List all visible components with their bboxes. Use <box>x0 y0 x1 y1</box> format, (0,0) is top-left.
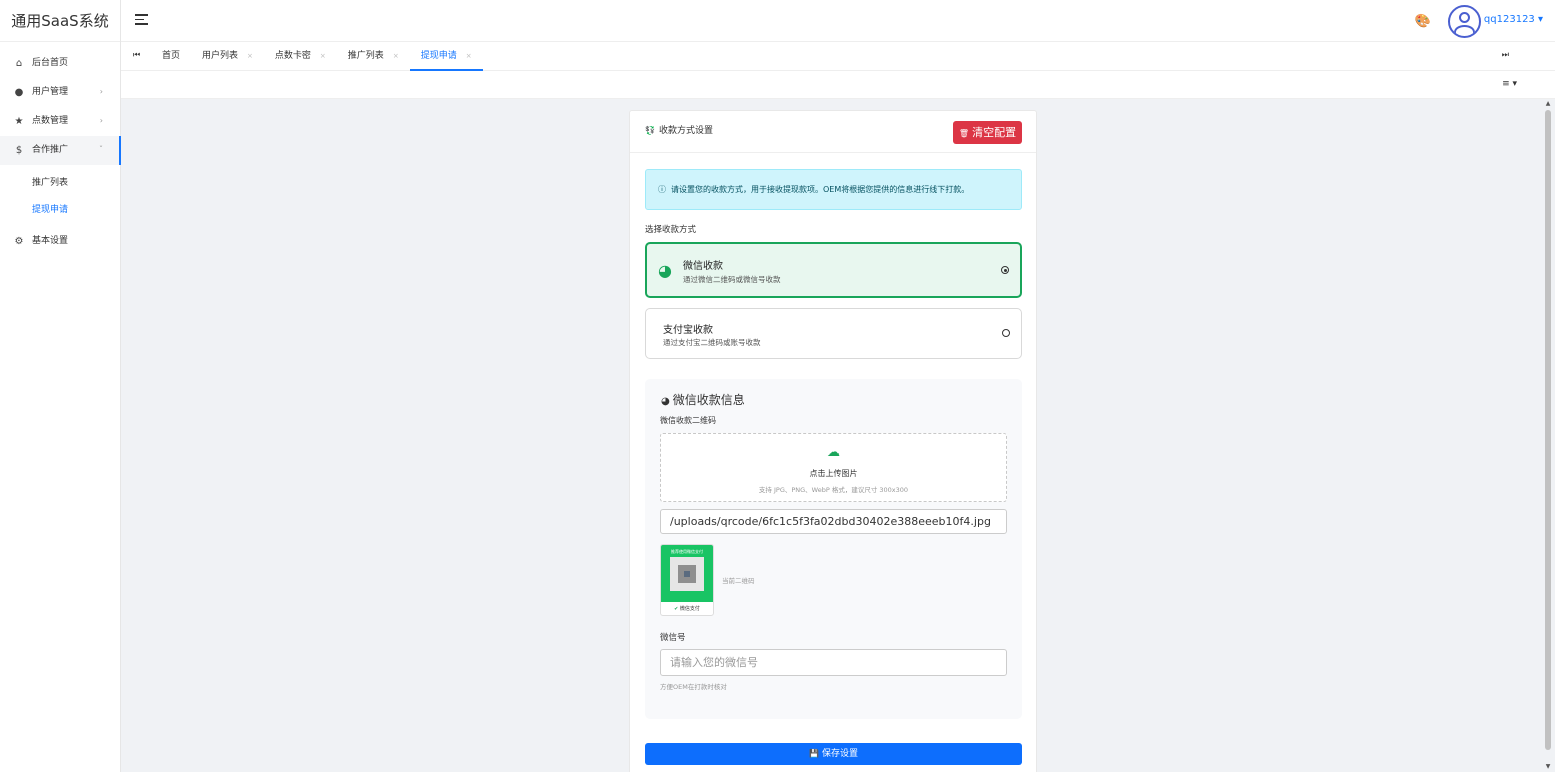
payment-settings-card: 💱 收款方式设置 🗑 清空配置 ⓘ 请设置您的收款方式，用于接收提现款项。OEM将根据… <box>629 110 1037 772</box>
sidebar-item-label: 点数管理 <box>32 116 69 126</box>
wechat-option[interactable]: ◕ 微信收款 通过微信二维码或微信号收款 <box>645 242 1022 298</box>
tab-label: 点数卡密 <box>274 51 311 61</box>
card-header: 💱 收款方式设置 🗑 清空配置 <box>630 111 1036 153</box>
tab-bar: ⏮ 首页 用户列表 × 点数卡密 × 推广列表 × 提现申请 × ⏭ <box>121 42 1555 71</box>
sidebar-item-points[interactable]: ★ 点数管理 › <box>0 107 120 136</box>
trash-icon: 🗑 <box>958 129 970 138</box>
user-icon: ● <box>14 87 24 98</box>
check-circle-icon: ✔ <box>674 606 679 612</box>
upload-hint: 支持 JPG、PNG、WebP 格式，建议尺寸 300x300 <box>758 486 909 494</box>
chevron-right-icon: › <box>99 87 103 96</box>
avatar[interactable] <box>1448 5 1481 38</box>
scroll-thumb[interactable] <box>1545 110 1551 750</box>
app-title: 通用SaaS系统 <box>0 0 120 42</box>
user-menu[interactable]: qq123123 ▾ <box>1484 14 1543 25</box>
wechat-icon: ◕ <box>658 261 672 280</box>
alipay-radio[interactable] <box>1002 329 1010 337</box>
sidebar-item-label: 基本设置 <box>32 236 69 246</box>
tab-options-dropdown[interactable]: ≡ ▾ <box>1502 79 1517 89</box>
upload-text: 点击上传图片 <box>809 469 858 478</box>
sidebar-item-label: 后台首页 <box>32 58 69 68</box>
current-qr-caption: 当前二维码 <box>722 577 755 585</box>
tab-tools-bar: ≡ ▾ <box>121 71 1555 99</box>
wechat-icon: ◕ <box>661 396 670 407</box>
close-icon[interactable]: × <box>393 52 399 60</box>
qr-preview-footer-text: 微信支付 <box>679 606 700 612</box>
tab-label: 用户列表 <box>202 51 239 61</box>
qr-preview-footer: ✔ 微信支付 <box>661 605 713 612</box>
gear-icon: ⚙ <box>14 236 24 247</box>
sidebar: 通用SaaS系统 ⌂ 后台首页 ● 用户管理 › ★ 点数管理 › $ 合作推广… <box>0 0 121 772</box>
wechat-info-section: ◕ 微信收款信息 微信收款二维码 ☁ 点击上传图片 支持 JPG、PNG、WebP… <box>645 379 1022 719</box>
heading-text: 微信收款信息 <box>672 393 745 407</box>
money-icon: 💱 <box>645 126 655 135</box>
sidebar-item-users[interactable]: ● 用户管理 › <box>0 78 120 107</box>
sidebar-subitem-promo-list[interactable]: 推广列表 <box>0 170 120 197</box>
option-title: 支付宝收款 <box>663 325 713 336</box>
dollar-icon: $ <box>15 145 23 156</box>
sidebar-item-label: 用户管理 <box>32 87 69 97</box>
cloud-upload-icon: ☁ <box>827 445 840 460</box>
tab-scroll-right-icon[interactable]: ⏭ <box>1502 50 1509 60</box>
qr-preview-image[interactable]: 推荐使用微信支付 ✔ 微信支付 <box>660 544 714 616</box>
star-icon: ★ <box>14 116 24 127</box>
qr-upload-area[interactable]: ☁ 点击上传图片 支持 JPG、PNG、WebP 格式，建议尺寸 300x300 <box>660 433 1007 502</box>
top-bar: 🎨 qq123123 ▾ <box>121 0 1555 42</box>
save-icon: 💾 <box>809 749 819 758</box>
sidebar-item-settings[interactable]: ⚙ 基本设置 <box>0 227 120 256</box>
info-alert: ⓘ 请设置您的收款方式，用于接收提现款项。OEM将根据您提供的信息进行线下打款。 <box>645 169 1022 210</box>
close-icon[interactable]: × <box>247 52 253 60</box>
qr-path-input[interactable]: /uploads/qrcode/6fc1c5f3fa02dbd30402e388… <box>660 509 1007 534</box>
chevron-down-icon: ˇ <box>99 145 103 154</box>
card-title-text: 收款方式设置 <box>658 126 713 136</box>
card-title: 💱 收款方式设置 <box>645 123 713 136</box>
save-settings-button[interactable]: 💾 保存设置 <box>645 743 1022 765</box>
tab-point-cards[interactable]: 点数卡密 × <box>264 42 337 71</box>
wechat-id-label: 微信号 <box>660 633 686 643</box>
page-scrollbar[interactable]: ▲ ▼ <box>1544 100 1552 772</box>
save-label: 保存设置 <box>821 749 858 759</box>
theme-palette-icon[interactable]: 🎨 <box>1415 14 1431 29</box>
tab-label: 提现申请 <box>420 51 457 61</box>
scroll-down-icon[interactable]: ▼ <box>1544 763 1552 770</box>
tab-promo-list[interactable]: 推广列表 × <box>337 42 410 71</box>
qr-code-image <box>670 557 704 591</box>
payment-method-label: 选择收款方式 <box>645 225 697 235</box>
wechat-radio[interactable] <box>1001 266 1009 274</box>
wechat-id-hint: 方便OEM在打款时核对 <box>660 683 727 691</box>
qr-preview-title: 推荐使用微信支付 <box>671 549 703 554</box>
close-icon[interactable]: × <box>466 52 472 60</box>
home-icon: ⌂ <box>15 58 23 69</box>
tab-scroll-left-icon[interactable]: ⏮ <box>133 50 140 60</box>
qr-code-label: 微信收款二维码 <box>660 416 716 425</box>
close-icon[interactable]: × <box>320 52 326 60</box>
username-label: qq123123 <box>1483 14 1535 25</box>
sidebar-item-dashboard[interactable]: ⌂ 后台首页 <box>0 49 120 78</box>
sidebar-item-promotion[interactable]: $ 合作推广 ˇ <box>0 136 121 165</box>
clear-config-button[interactable]: 🗑 清空配置 <box>953 121 1022 144</box>
alipay-option[interactable]: 支付宝收款 通过支付宝二维码或账号收款 <box>645 308 1022 359</box>
tab-user-list[interactable]: 用户列表 × <box>191 42 264 71</box>
info-text: 请设置您的收款方式，用于接收提现款项。OEM将根据您提供的信息进行线下打款。 <box>671 185 970 194</box>
tab-withdraw[interactable]: 提现申请 × <box>409 42 483 71</box>
tab-home[interactable]: 首页 <box>151 42 191 71</box>
clear-config-label: 清空配置 <box>972 126 1017 139</box>
scroll-up-icon[interactable]: ▲ <box>1544 100 1552 107</box>
menu-toggle-icon[interactable] <box>135 14 148 26</box>
option-desc: 通过微信二维码或微信号收款 <box>683 275 781 284</box>
wechat-info-heading: ◕ 微信收款信息 <box>661 391 745 408</box>
chevron-right-icon: › <box>99 116 103 125</box>
tab-label: 推广列表 <box>347 51 384 61</box>
option-title: 微信收款 <box>683 261 723 272</box>
sidebar-subitem-withdraw[interactable]: 提现申请 <box>0 197 120 224</box>
option-desc: 通过支付宝二维码或账号收款 <box>663 338 761 347</box>
tab-label: 首页 <box>162 51 181 61</box>
info-icon: ⓘ <box>658 185 666 194</box>
sidebar-item-label: 合作推广 <box>32 145 69 155</box>
wechat-id-input[interactable]: 请输入您的微信号 <box>660 649 1007 676</box>
